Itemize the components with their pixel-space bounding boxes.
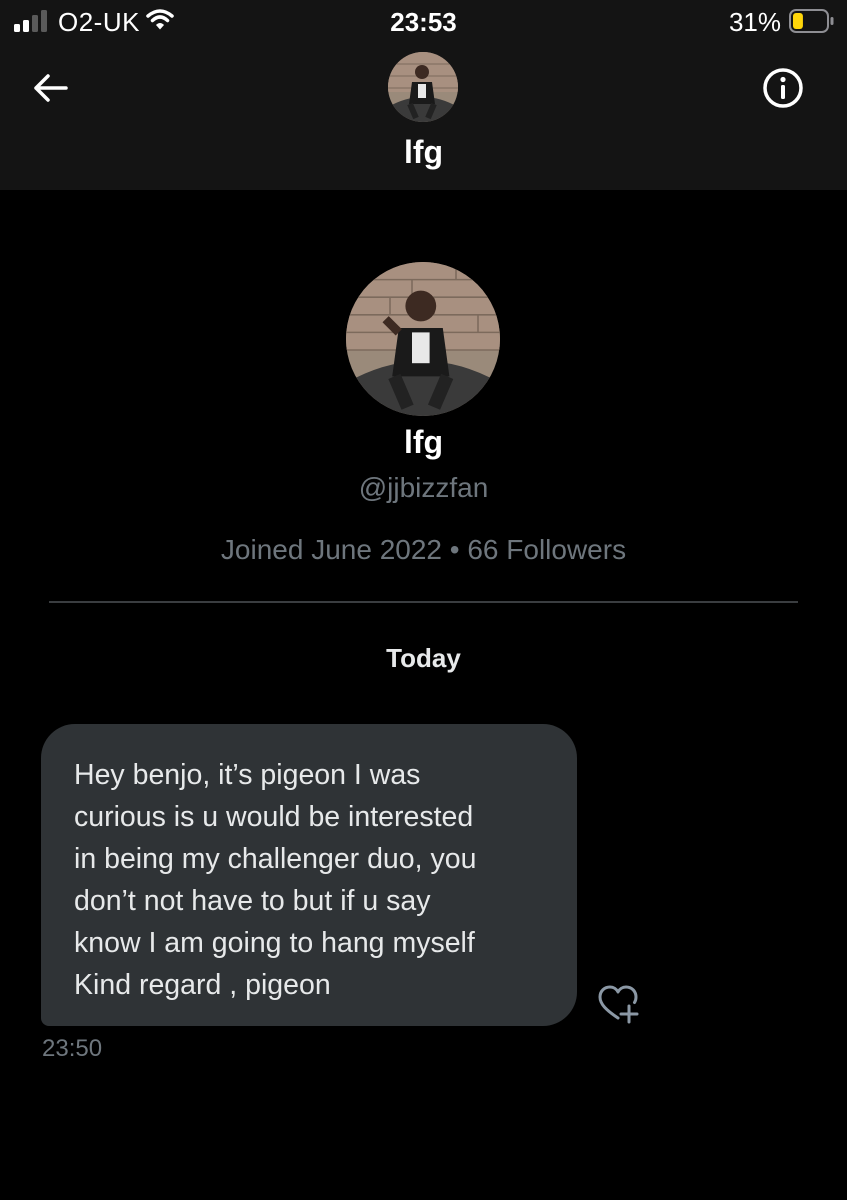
- header-avatar[interactable]: [388, 52, 458, 122]
- profile-name: lfg: [403, 424, 444, 460]
- message-bubble[interactable]: Hey benjo, it’s pigeon I was curious is …: [41, 724, 577, 1026]
- date-separator: Today: [386, 643, 461, 673]
- conversation-header: lfg: [0, 44, 847, 190]
- message-timestamp: 23:50: [42, 1035, 103, 1062]
- divider: [49, 601, 798, 603]
- profile-avatar[interactable]: [346, 262, 500, 416]
- avatar-photo: [388, 52, 458, 122]
- battery-fill: [793, 13, 803, 29]
- info-icon[interactable]: [761, 66, 805, 110]
- back-arrow-icon[interactable]: [28, 66, 72, 110]
- header-title: lfg: [403, 134, 444, 170]
- profile-avatar-photo: [346, 262, 500, 416]
- status-time: 23:53: [390, 7, 457, 37]
- dm-conversation-screen: O2-UK 23:53 31% lfg lfg @jjbizzfan Joine…: [0, 0, 847, 1200]
- profile-handle[interactable]: @jjbizzfan: [0, 472, 847, 504]
- heart-plus-icon[interactable]: [596, 984, 640, 1024]
- battery-icon: [789, 9, 834, 33]
- status-bar: O2-UK 23:53 31%: [0, 0, 847, 44]
- message-text: Hey benjo, it’s pigeon I was curious is …: [74, 759, 477, 1001]
- battery-percentage: 31%: [728, 7, 781, 37]
- profile-join-followers: Joined June 2022 • 66 Followers: [220, 534, 627, 565]
